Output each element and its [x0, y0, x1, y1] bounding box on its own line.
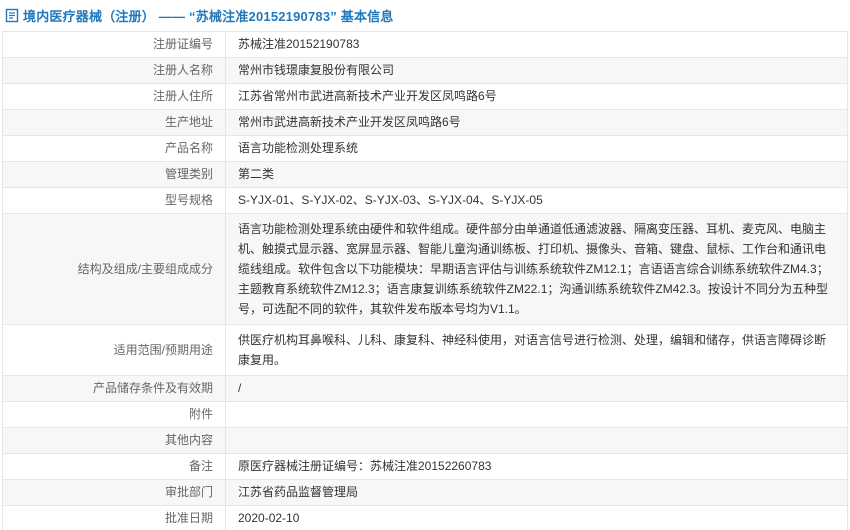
row-label: 产品名称 — [3, 136, 226, 161]
table-row-storage-validity: 产品储存条件及有效期 / — [3, 376, 847, 402]
row-value: 常州市钱璟康复股份有限公司 — [226, 58, 847, 83]
table-row-intended-use: 适用范围/预期用途 供医疗机构耳鼻喉科、儿科、康复科、神经科使用，对语言信号进行… — [3, 325, 847, 376]
row-value: S-YJX-01、S-YJX-02、S-YJX-03、S-YJX-04、S-YJ… — [226, 188, 847, 213]
row-label: 批准日期 — [3, 506, 226, 530]
registration-info-table: 注册证编号 苏械注准20152190783 注册人名称 常州市钱璟康复股份有限公… — [2, 31, 848, 530]
row-label: 注册人名称 — [3, 58, 226, 83]
table-row-remarks: 备注 原医疗器械注册证编号：苏械注准20152260783 — [3, 454, 847, 480]
page-header: 境内医疗器械（注册） —— “苏械注准20152190783” 基本信息 — [0, 0, 850, 30]
row-label: 备注 — [3, 454, 226, 479]
table-row-other-content: 其他内容 — [3, 428, 847, 454]
row-value: 2020-02-10 — [226, 506, 847, 530]
row-label: 附件 — [3, 402, 226, 427]
row-value: 苏械注准20152190783 — [226, 32, 847, 57]
row-label: 适用范围/预期用途 — [3, 325, 226, 375]
table-row-registrant-address: 注册人住所 江苏省常州市武进高新技术产业开发区凤鸣路6号 — [3, 84, 847, 110]
page-title: 境内医疗器械（注册） —— “苏械注准20152190783” 基本信息 — [23, 6, 394, 25]
row-label: 注册人住所 — [3, 84, 226, 109]
table-row-management-class: 管理类别 第二类 — [3, 162, 847, 188]
row-value: 原医疗器械注册证编号：苏械注准20152260783 — [226, 454, 847, 479]
table-row-approval-department: 审批部门 江苏省药品监督管理局 — [3, 480, 847, 506]
row-value: / — [226, 376, 847, 401]
table-row-model-spec: 型号规格 S-YJX-01、S-YJX-02、S-YJX-03、S-YJX-04… — [3, 188, 847, 214]
row-label: 管理类别 — [3, 162, 226, 187]
table-row-approval-date: 批准日期 2020-02-10 — [3, 506, 847, 530]
row-value: 语言功能检测处理系统 — [226, 136, 847, 161]
row-label: 产品储存条件及有效期 — [3, 376, 226, 401]
table-row-production-address: 生产地址 常州市武进高新技术产业开发区凤鸣路6号 — [3, 110, 847, 136]
row-value: 常州市武进高新技术产业开发区凤鸣路6号 — [226, 110, 847, 135]
row-value — [226, 428, 847, 453]
row-label: 生产地址 — [3, 110, 226, 135]
row-label: 其他内容 — [3, 428, 226, 453]
row-label: 型号规格 — [3, 188, 226, 213]
table-row-attachments: 附件 — [3, 402, 847, 428]
row-value — [226, 402, 847, 427]
row-label: 审批部门 — [3, 480, 226, 505]
row-value: 语言功能检测处理系统由硬件和软件组成。硬件部分由单通道低通滤波器、隔离变压器、耳… — [226, 214, 847, 324]
row-label: 结构及组成/主要组成成分 — [3, 214, 226, 324]
document-icon — [5, 8, 19, 23]
table-row-product-name: 产品名称 语言功能检测处理系统 — [3, 136, 847, 162]
row-value: 供医疗机构耳鼻喉科、儿科、康复科、神经科使用，对语言信号进行检测、处理，编辑和储… — [226, 325, 847, 375]
row-value: 江苏省药品监督管理局 — [226, 480, 847, 505]
table-row-structure-composition: 结构及组成/主要组成成分 语言功能检测处理系统由硬件和软件组成。硬件部分由单通道… — [3, 214, 847, 325]
row-value: 江苏省常州市武进高新技术产业开发区凤鸣路6号 — [226, 84, 847, 109]
table-row-registrant-name: 注册人名称 常州市钱璟康复股份有限公司 — [3, 58, 847, 84]
row-value: 第二类 — [226, 162, 847, 187]
table-row-cert-number: 注册证编号 苏械注准20152190783 — [3, 32, 847, 58]
row-label: 注册证编号 — [3, 32, 226, 57]
